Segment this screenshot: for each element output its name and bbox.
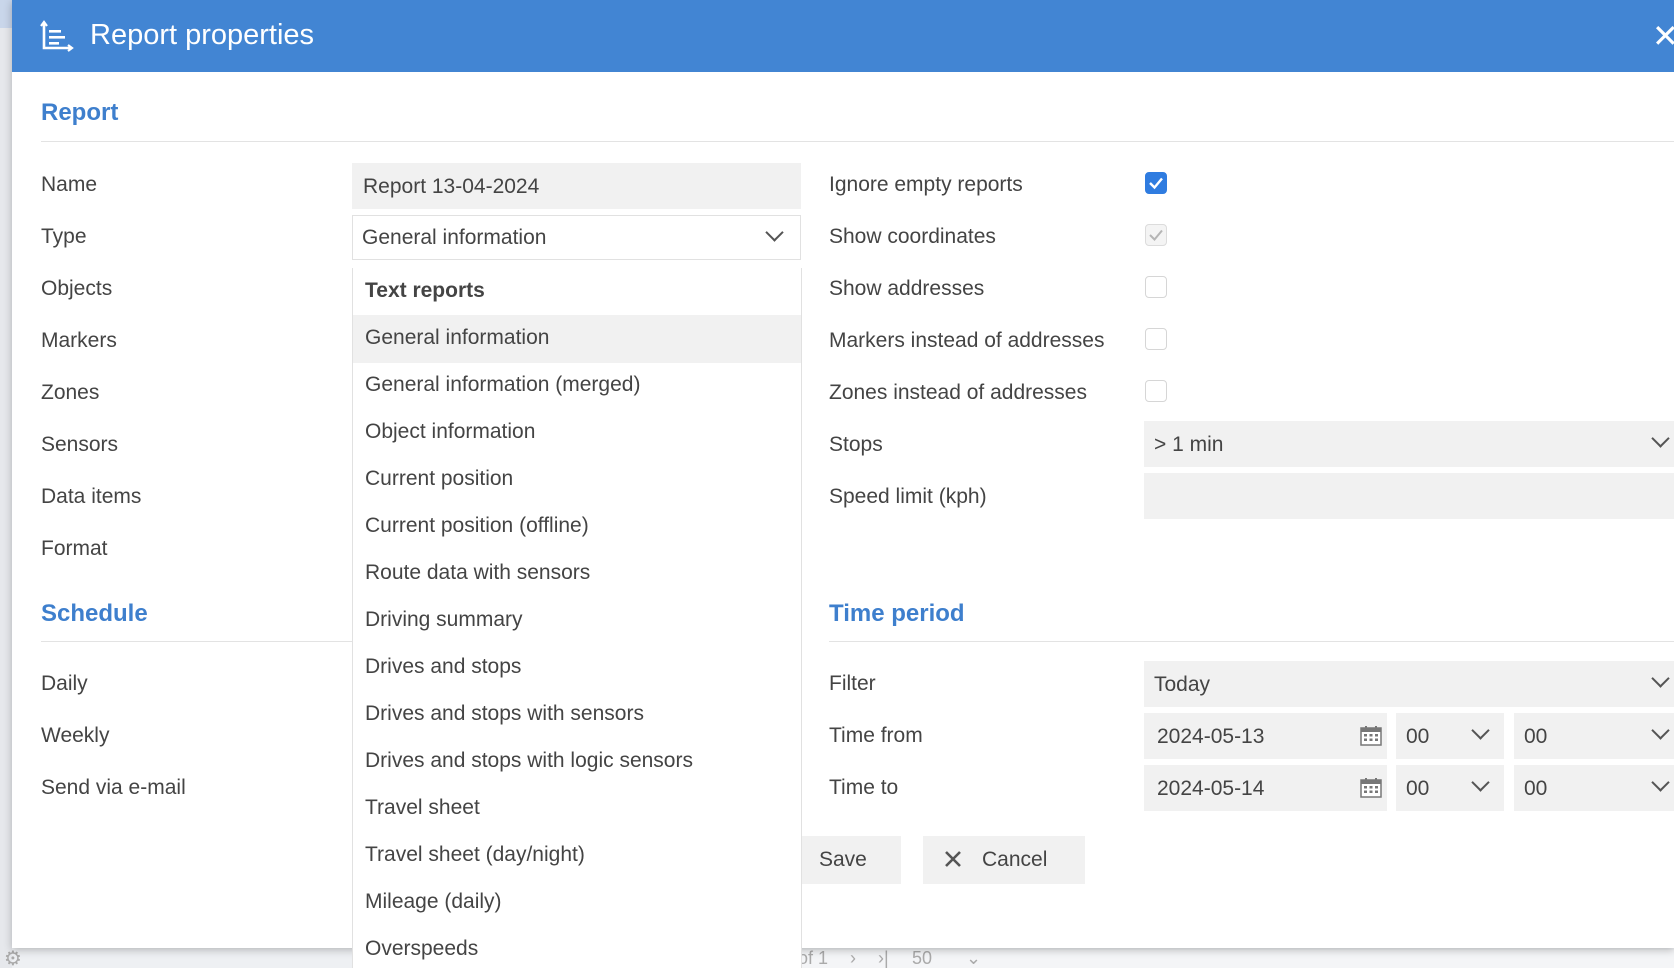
time-from-date-value: 2024-05-13 bbox=[1157, 725, 1265, 748]
name-input[interactable]: Report 13-04-2024 bbox=[352, 163, 801, 209]
report-properties-dialog: Report properties ✕ Report Name Type Obj… bbox=[12, 0, 1674, 968]
dropdown-group-header: Text reports bbox=[365, 279, 485, 302]
checkmark-icon bbox=[1149, 229, 1163, 241]
save-button[interactable]: Save bbox=[801, 836, 901, 884]
calendar-icon[interactable] bbox=[1360, 778, 1382, 798]
background-corner bbox=[0, 0, 12, 28]
label-objects: Objects bbox=[41, 277, 113, 300]
section-title-schedule: Schedule bbox=[41, 600, 148, 627]
label-type: Type bbox=[41, 225, 87, 248]
label-markers-instead: Markers instead of addresses bbox=[829, 329, 1105, 352]
pager-last-icon[interactable]: ›| bbox=[878, 948, 889, 969]
label-weekly: Weekly bbox=[41, 724, 110, 747]
time-to-date-value: 2024-05-14 bbox=[1157, 777, 1265, 800]
gear-icon[interactable]: ⚙ bbox=[4, 949, 26, 969]
section-title-time-period: Time period bbox=[829, 600, 965, 627]
report-divider bbox=[41, 141, 1674, 142]
time-from-hour-select[interactable]: 00 bbox=[1396, 713, 1504, 759]
label-speed-limit: Speed limit (kph) bbox=[829, 485, 987, 508]
dropdown-option[interactable]: Object information bbox=[353, 409, 801, 457]
markers-instead-checkbox[interactable] bbox=[1145, 328, 1167, 350]
time-to-minute-value: 00 bbox=[1524, 777, 1548, 800]
time-to-minute-select[interactable]: 00 bbox=[1514, 765, 1674, 811]
pager-next-icon[interactable]: › bbox=[850, 948, 856, 969]
label-ignore-empty: Ignore empty reports bbox=[829, 173, 1023, 196]
pager-size-chevron-icon[interactable]: ⌄ bbox=[966, 948, 981, 969]
chevron-down-icon bbox=[1651, 721, 1670, 740]
time-from-minute-value: 00 bbox=[1524, 725, 1548, 748]
chevron-down-icon bbox=[1651, 669, 1670, 688]
dropdown-option[interactable]: Driving summary bbox=[353, 597, 801, 645]
type-select[interactable]: General information bbox=[352, 215, 801, 260]
label-format: Format bbox=[41, 537, 108, 560]
stops-select[interactable]: > 1 min bbox=[1144, 421, 1674, 467]
stops-select-value: > 1 min bbox=[1154, 433, 1224, 456]
dropdown-option[interactable]: Overspeeds bbox=[353, 926, 801, 968]
save-button-label: Save bbox=[819, 848, 867, 871]
chevron-down-icon bbox=[1471, 721, 1490, 740]
dropdown-option[interactable]: Drives and stops bbox=[353, 644, 801, 692]
show-addresses-checkbox[interactable] bbox=[1145, 276, 1167, 298]
dropdown-option[interactable]: General information bbox=[353, 315, 801, 363]
time-from-date-input[interactable]: 2024-05-13 bbox=[1144, 713, 1387, 759]
cancel-button-label: Cancel bbox=[982, 848, 1048, 871]
dialog-titlebar: Report properties ✕ bbox=[12, 0, 1674, 72]
checkmark-icon bbox=[1149, 177, 1163, 190]
chevron-down-icon bbox=[1651, 429, 1670, 448]
label-stops: Stops bbox=[829, 433, 883, 456]
label-zones-instead: Zones instead of addresses bbox=[829, 381, 1087, 404]
label-time-to: Time to bbox=[829, 776, 899, 799]
schedule-divider bbox=[41, 641, 352, 642]
dropdown-option[interactable]: General information (merged) bbox=[353, 362, 801, 410]
dialog-title: Report properties bbox=[90, 19, 315, 51]
pager-of-label: of 1 bbox=[798, 948, 829, 968]
label-show-coordinates: Show coordinates bbox=[829, 225, 996, 248]
time-period-divider bbox=[829, 641, 1674, 642]
pager-size-label: 50 bbox=[912, 948, 933, 968]
label-time-from: Time from bbox=[829, 724, 923, 747]
dropdown-option[interactable]: Travel sheet (day/night) bbox=[353, 832, 801, 880]
dropdown-option[interactable]: Mileage (daily) bbox=[353, 879, 801, 927]
show-coordinates-checkbox[interactable] bbox=[1145, 224, 1167, 246]
time-to-hour-select[interactable]: 00 bbox=[1396, 765, 1504, 811]
label-send-email: Send via e-mail bbox=[41, 776, 186, 799]
ignore-empty-checkbox[interactable] bbox=[1145, 172, 1167, 194]
close-icon bbox=[945, 851, 961, 867]
report-chart-icon bbox=[40, 20, 74, 52]
type-dropdown-list: Text reports General information General i… bbox=[352, 268, 802, 968]
close-icon[interactable]: ✕ bbox=[1652, 18, 1674, 54]
zones-instead-checkbox[interactable] bbox=[1145, 380, 1167, 402]
label-sensors: Sensors bbox=[41, 433, 119, 456]
calendar-icon[interactable] bbox=[1360, 726, 1382, 746]
chevron-down-icon bbox=[1651, 773, 1670, 792]
background-left-strip bbox=[0, 0, 12, 968]
time-to-hour-value: 00 bbox=[1406, 777, 1430, 800]
dropdown-option[interactable]: Current position (offline) bbox=[353, 503, 801, 551]
cancel-button[interactable]: Cancel bbox=[923, 836, 1085, 884]
background-pager: of 1 › ›| 50 ⌄ bbox=[790, 948, 1674, 969]
label-name: Name bbox=[41, 173, 98, 196]
time-from-minute-select[interactable]: 00 bbox=[1514, 713, 1674, 759]
label-filter: Filter bbox=[829, 672, 876, 695]
label-daily: Daily bbox=[41, 672, 88, 695]
label-markers: Markers bbox=[41, 329, 117, 352]
speed-limit-input[interactable] bbox=[1144, 473, 1674, 519]
label-data-items: Data items bbox=[41, 485, 142, 508]
dropdown-option[interactable]: Current position bbox=[353, 456, 801, 504]
type-select-value: General information bbox=[362, 226, 547, 249]
dropdown-option[interactable]: Route data with sensors bbox=[353, 550, 801, 598]
dropdown-option[interactable]: Travel sheet bbox=[353, 785, 801, 833]
dropdown-option[interactable]: Drives and stops with sensors bbox=[353, 691, 801, 739]
name-input-value: Report 13-04-2024 bbox=[363, 175, 540, 198]
time-from-hour-value: 00 bbox=[1406, 725, 1430, 748]
filter-select[interactable]: Today bbox=[1144, 661, 1674, 707]
filter-select-value: Today bbox=[1154, 673, 1211, 696]
time-to-date-input[interactable]: 2024-05-14 bbox=[1144, 765, 1387, 811]
chevron-down-icon bbox=[1471, 773, 1490, 792]
label-show-addresses: Show addresses bbox=[829, 277, 985, 300]
section-title-report: Report bbox=[41, 99, 119, 126]
label-zones: Zones bbox=[41, 381, 100, 404]
dropdown-option[interactable]: Drives and stops with logic sensors bbox=[353, 738, 801, 786]
chevron-down-icon bbox=[765, 223, 784, 242]
